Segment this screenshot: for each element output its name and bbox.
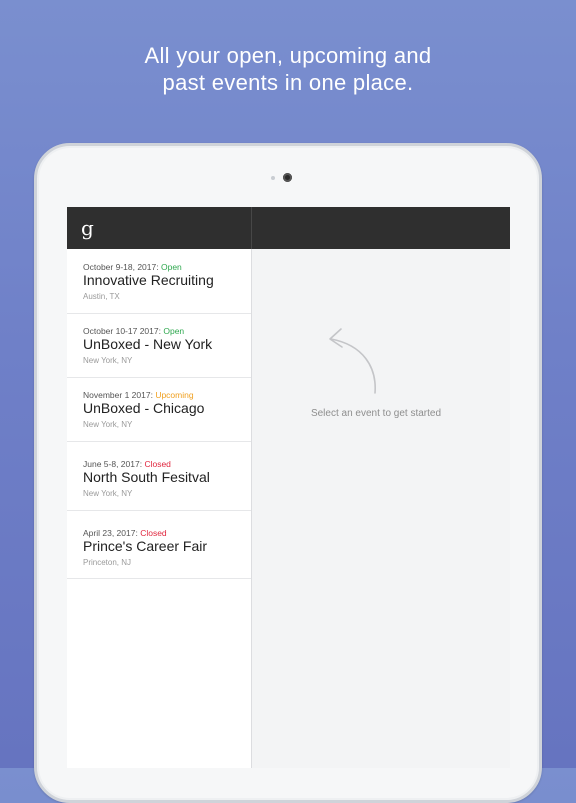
event-location: New York, NY [83,489,133,498]
event-date-line: November 1 2017: Upcoming [83,390,194,400]
top-bar: g [67,207,510,249]
event-item-innovative-recruiting[interactable]: October 9-18, 2017: Open Innovative Recr… [67,249,251,314]
event-date-line: April 23, 2017: Closed [83,528,167,538]
curved-arrow-up-left-icon [329,328,376,394]
event-location: Austin, TX [83,292,120,301]
event-name: Prince's Career Fair [83,538,208,554]
event-status: Open [163,326,185,336]
top-bar-divider [251,207,252,249]
front-sensor [271,176,275,180]
event-dates: October 10-17 2017: [83,326,161,336]
event-dates: November 1 2017: [83,390,153,400]
event-dates: October 9-18, 2017: [83,262,159,272]
event-name: UnBoxed - New York [83,336,213,352]
event-list: October 9-18, 2017: Open Innovative Recr… [67,249,252,768]
event-status: Open [160,262,182,272]
event-dates: June 5-8, 2017: [83,459,143,469]
front-camera [283,173,292,182]
event-location: Princeton, NJ [83,558,132,567]
event-status: Closed [140,528,167,538]
event-dates: April 23, 2017: [83,528,138,538]
app-logo[interactable]: g [81,217,95,239]
event-location: New York, NY [83,420,133,429]
event-status: Closed [144,459,171,469]
event-date-line: October 9-18, 2017: Open [83,262,182,272]
event-item-unboxed-chicago[interactable]: November 1 2017: Upcoming UnBoxed - Chic… [67,378,251,442]
marketing-headline: All your open, upcoming and past events … [0,42,576,96]
event-name: North South Fesitval [83,469,210,485]
event-date-line: October 10-17 2017: Open [83,326,184,336]
event-status: Upcoming [155,390,194,400]
event-name: UnBoxed - Chicago [83,400,205,416]
event-item-north-south-festival[interactable]: June 5-8, 2017: Closed North South Fesit… [67,442,251,511]
event-detail-pane: Select an event to get started [252,249,510,768]
app-screen: g October 9-18, 2017: Open Innovative Re… [67,207,510,768]
empty-state-hint: Select an event to get started [310,408,442,419]
headline-line-1: All your open, upcoming and [144,43,432,68]
headline-line-2: past events in one place. [162,70,414,95]
event-item-unboxed-new-york[interactable]: October 10-17 2017: Open UnBoxed - New Y… [67,314,251,378]
event-item-princes-career-fair[interactable]: April 23, 2017: Closed Prince's Career F… [67,511,251,579]
event-date-line: June 5-8, 2017: Closed [83,459,171,469]
event-name: Innovative Recruiting [83,272,214,288]
event-location: New York, NY [83,356,133,365]
